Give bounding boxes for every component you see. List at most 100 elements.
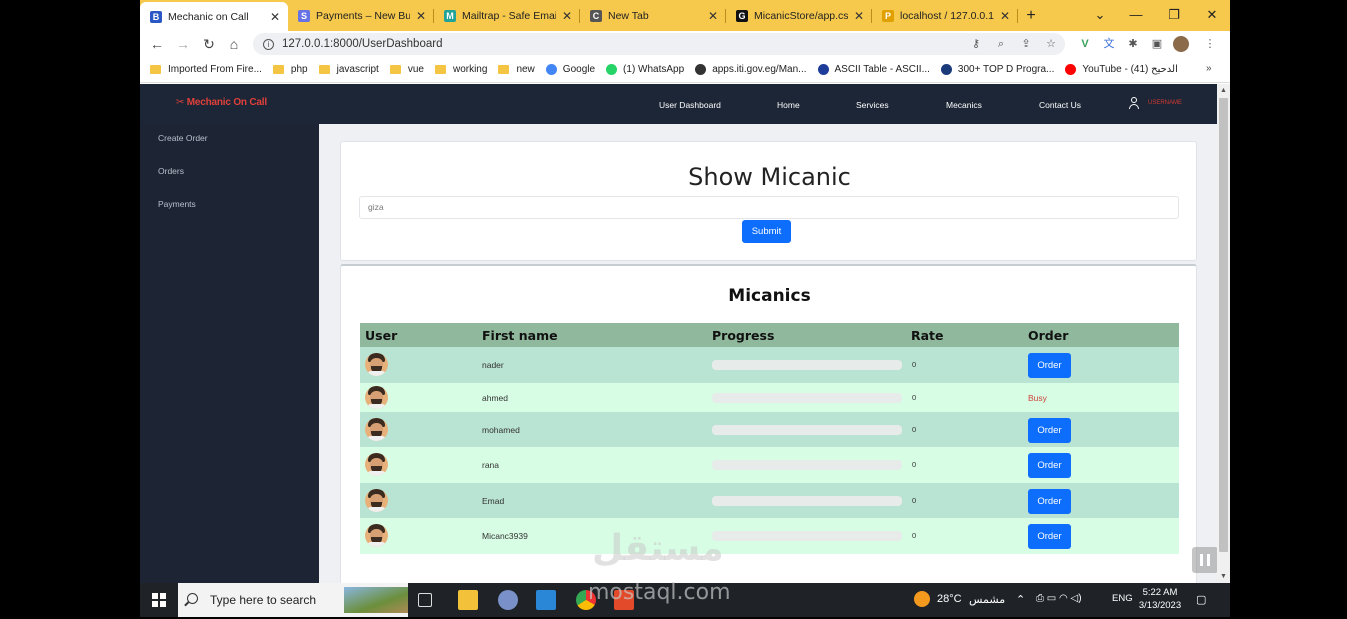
scroll-thumb[interactable] — [1219, 98, 1228, 552]
tab-close-icon[interactable]: ✕ — [1000, 9, 1010, 23]
vue-devtools-icon[interactable]: V — [1077, 36, 1093, 52]
notifications-icon[interactable]: ▢ — [1196, 593, 1206, 606]
zoom-icon[interactable]: ⌕ — [993, 36, 1009, 52]
order-button[interactable]: Order — [1028, 417, 1071, 443]
rate-cell: 0 — [912, 460, 917, 469]
bookmark-link[interactable]: apps.iti.gov.eg/Man... — [695, 64, 807, 75]
table-header: User First name Progress Rate Order — [360, 323, 1179, 347]
bookmark-folder[interactable]: php — [272, 64, 308, 75]
tab-close-icon[interactable]: ✕ — [708, 9, 718, 23]
clock[interactable]: 5:22 AM 3/13/2023 — [1130, 586, 1190, 612]
bookmark-folder[interactable]: Imported From Fire... — [150, 64, 262, 75]
windows-start-icon[interactable] — [152, 593, 166, 607]
folder-icon — [498, 65, 510, 74]
pause-icon[interactable] — [1192, 547, 1217, 573]
order-button[interactable]: Order — [1028, 453, 1071, 478]
browser-tab[interactable]: Plocalhost / 127.0.0.1 / ✕ — [872, 0, 1018, 31]
tab-close-icon[interactable]: ✕ — [416, 9, 426, 23]
tab-close-icon[interactable]: ✕ — [854, 9, 864, 23]
weather-icon[interactable] — [914, 591, 930, 607]
progress-bar — [712, 460, 902, 470]
extensions-icon[interactable]: ✱ — [1125, 36, 1141, 52]
clock-date: 3/13/2023 — [1138, 600, 1182, 611]
bookmark-link[interactable]: Google — [545, 64, 595, 75]
order-button[interactable]: Order — [1028, 524, 1071, 549]
profile-avatar[interactable] — [1173, 36, 1189, 52]
minimize-button[interactable]: — — [1118, 0, 1154, 31]
scroll-down-icon[interactable]: ▼ — [1217, 570, 1230, 583]
url-field[interactable]: i 127.0.0.1:8000/UserDashboard — [253, 33, 1065, 55]
share-icon[interactable]: ⇪ — [1018, 36, 1034, 52]
folder-icon — [434, 65, 446, 74]
forward-icon[interactable]: → — [170, 36, 196, 52]
user-icon[interactable] — [1129, 97, 1139, 109]
bookmark-label: javascript — [336, 64, 379, 75]
close-window-button[interactable]: ✕ — [1194, 0, 1230, 31]
tab-favicon-icon: M — [444, 9, 456, 22]
order-button[interactable]: Order — [1028, 353, 1071, 378]
tab-title: Mailtrap - Safe Email — [462, 9, 556, 22]
browser-tab[interactable]: G MicanicStore/app.css ✕ — [726, 0, 872, 31]
file-explorer-icon[interactable] — [458, 590, 478, 610]
sidebar-item-payments[interactable]: Payments — [158, 199, 196, 209]
progress-bar — [712, 531, 902, 541]
avatar — [365, 524, 388, 547]
bookmark-star-icon[interactable]: ☆ — [1043, 36, 1059, 52]
mechanics-card: Micanics User First name Progress Rate O… — [340, 264, 1197, 583]
tab-title: Mechanic on Call — [168, 10, 249, 23]
nav-user-dashboard[interactable]: User Dashboard — [659, 100, 721, 110]
nav-services[interactable]: Services — [856, 100, 889, 110]
tab-search-icon[interactable]: ⌄ — [1082, 0, 1118, 31]
back-icon[interactable]: ← — [144, 36, 170, 52]
nav-contact-us[interactable]: Contact Us — [1039, 100, 1081, 110]
browser-tab[interactable]: B Mechanic on Call ✕ — [140, 2, 288, 31]
brand-logo[interactable]: ✂ Mechanic On Call — [176, 97, 267, 108]
location-search-input[interactable]: giza — [359, 196, 1179, 219]
browser-tab[interactable]: S Payments – New Busir ✕ — [288, 0, 434, 31]
browser-tab[interactable]: M Mailtrap - Safe Email ✕ — [434, 0, 580, 31]
taskbar-search-input[interactable]: Type here to search — [178, 583, 408, 617]
username-link[interactable]: USERNAME — [1148, 100, 1182, 106]
browser-tab[interactable]: C New Tab ✕ — [580, 0, 726, 31]
nav-home[interactable]: Home — [777, 100, 800, 110]
sidebar-item-create-order[interactable]: Create Order — [158, 133, 208, 143]
bookmark-folder[interactable]: vue — [389, 64, 424, 75]
app-icon[interactable] — [498, 590, 518, 610]
task-view-icon[interactable] — [418, 593, 432, 607]
side-panel-icon[interactable]: ▣ — [1149, 36, 1165, 52]
tab-close-icon[interactable]: ✕ — [562, 9, 572, 23]
site-info-icon[interactable]: i — [263, 38, 274, 50]
page-scrollbar[interactable]: ▲ ▼ — [1217, 84, 1230, 583]
more-bookmarks-icon[interactable]: » — [1206, 63, 1212, 74]
new-tab-button[interactable]: + — [1018, 0, 1044, 31]
rate-cell: 0 — [912, 531, 917, 540]
nav-mecanics[interactable]: Mecanics — [946, 100, 982, 110]
menu-icon[interactable]: ⋮ — [1202, 36, 1218, 52]
translate-icon[interactable]: 文 — [1101, 36, 1117, 52]
bookmark-link[interactable]: ASCII Table - ASCII... — [817, 64, 930, 75]
scroll-up-icon[interactable]: ▲ — [1217, 84, 1230, 97]
vscode-icon[interactable] — [536, 590, 556, 610]
bookmark-link[interactable]: (1) WhatsApp — [606, 64, 684, 75]
home-icon[interactable]: ⌂ — [221, 36, 247, 52]
restore-button[interactable]: ❐ — [1156, 0, 1192, 31]
bookmark-label: php — [290, 64, 308, 75]
tray-chevron-icon[interactable]: ⌃ — [1016, 593, 1025, 606]
tab-close-icon[interactable]: ✕ — [270, 10, 280, 24]
key-icon[interactable]: ⚷ — [968, 36, 984, 52]
weather-temp[interactable]: 28°C — [937, 593, 962, 605]
submit-button[interactable]: Submit — [742, 220, 791, 243]
bookmark-folder[interactable]: working — [434, 64, 487, 75]
bookmark-favicon-icon — [817, 64, 829, 75]
tab-title: MicanicStore/app.css — [754, 9, 848, 22]
bookmark-folder[interactable]: new — [498, 64, 535, 75]
reload-icon[interactable]: ↻ — [196, 36, 222, 53]
bookmark-link[interactable]: YouTube - الدحيح (41) — [1065, 64, 1178, 75]
progress-bar — [712, 495, 902, 506]
bookmark-link[interactable]: 300+ TOP D Progra... — [940, 64, 1054, 75]
bookmark-folder[interactable]: javascript — [318, 64, 379, 75]
tray-icons[interactable]: ⎙ ▭ ◠ ◁) — [1036, 593, 1082, 604]
order-button[interactable]: Order — [1028, 488, 1071, 514]
sidebar-item-orders[interactable]: Orders — [158, 166, 184, 176]
first-name-cell: Emad — [482, 495, 505, 506]
